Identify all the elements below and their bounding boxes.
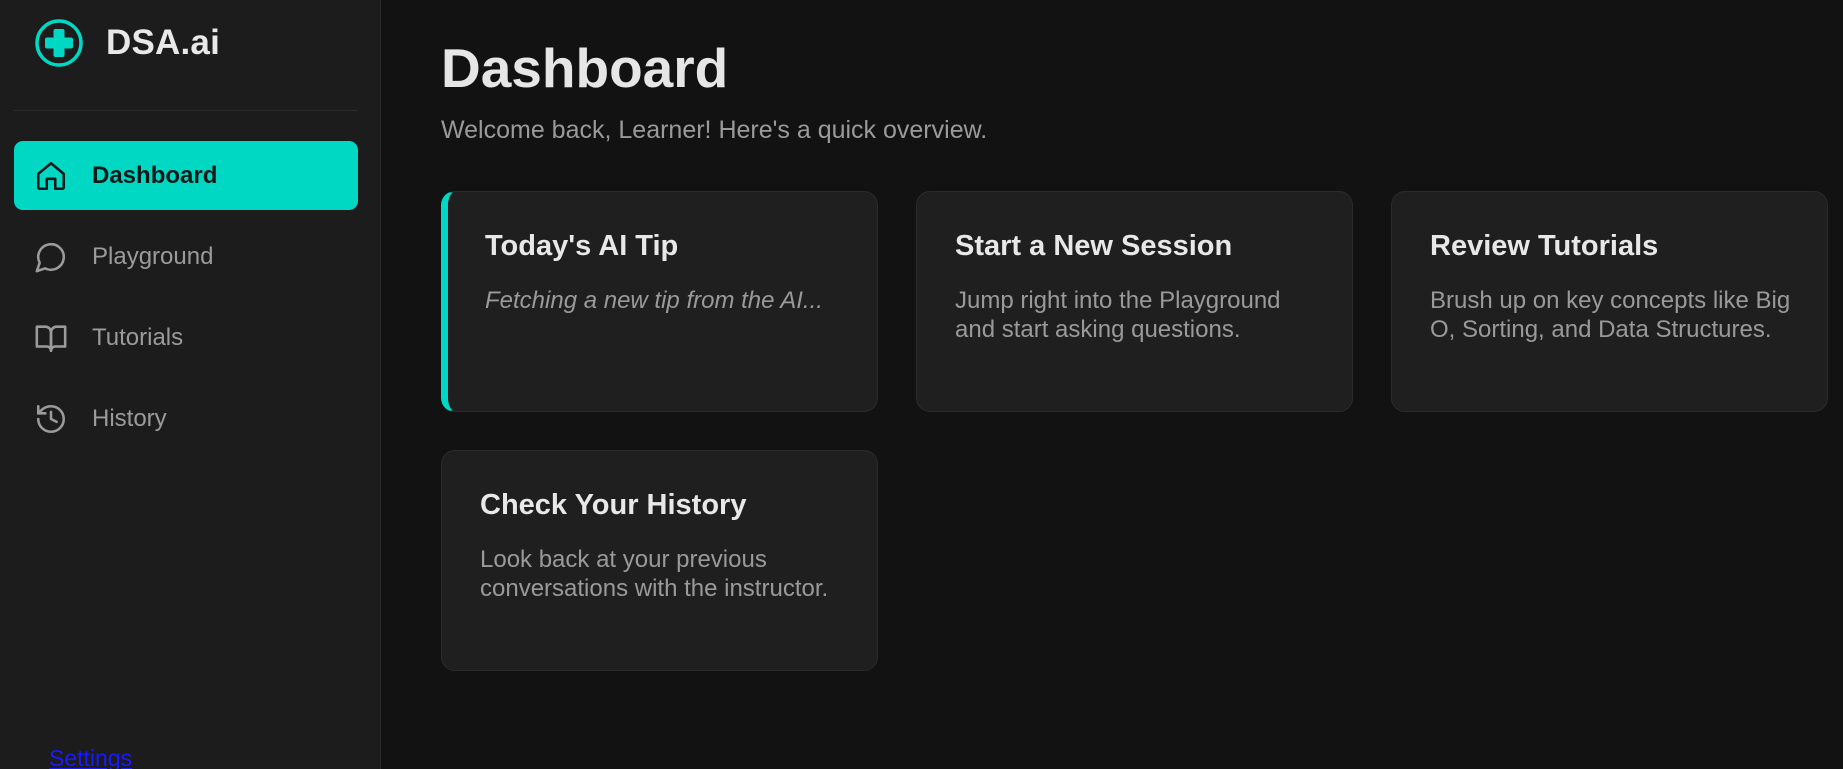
card-review-tutorials[interactable]: Review Tutorials Brush up on key concept… — [1391, 191, 1828, 412]
sidebar-item-history[interactable]: History — [14, 384, 358, 453]
plus-circle-icon — [35, 19, 83, 67]
chat-bubble-icon — [35, 242, 66, 272]
page-subtitle: Welcome back, Learner! Here's a quick ov… — [441, 116, 988, 144]
sidebar-item-playground[interactable]: Playground — [14, 222, 358, 291]
sidebar-item-tutorials[interactable]: Tutorials — [14, 303, 358, 372]
main-content: Dashboard Welcome back, Learner! Here's … — [381, 0, 1843, 769]
home-icon — [36, 161, 66, 190]
sidebar-item-label: Playground — [92, 242, 214, 270]
sidebar-nav: Dashboard Playground Tutorials History — [14, 141, 358, 465]
book-open-icon — [35, 324, 67, 352]
brand[interactable]: DSA.ai — [34, 18, 220, 68]
brand-name: DSA.ai — [106, 23, 221, 62]
card-title: Today's AI Tip — [485, 230, 679, 262]
sidebar-item-label: History — [92, 404, 167, 432]
card-text: Jump right into the Playground and start… — [955, 287, 1281, 343]
sidebar-item-label: Tutorials — [92, 323, 184, 351]
card-title: Start a New Session — [955, 230, 1233, 262]
sidebar-divider — [14, 110, 358, 111]
card-text: Brush up on key concepts like Big O, Sor… — [1430, 287, 1791, 343]
page-title: Dashboard — [441, 37, 729, 99]
card-new-session[interactable]: Start a New Session Jump right into the … — [916, 191, 1353, 412]
card-text: Fetching a new tip from the AI... — [485, 287, 823, 314]
card-text: Look back at your previous conversations… — [480, 546, 829, 602]
sidebar: DSA.ai Dashboard Playground Tutorials Hi… — [0, 0, 381, 769]
card-title: Review Tutorials — [1430, 230, 1659, 262]
card-ai-tip[interactable]: Today's AI Tip Fetching a new tip from t… — [441, 191, 878, 412]
card-title: Check Your History — [480, 489, 747, 521]
card-check-history[interactable]: Check Your History Look back at your pre… — [441, 450, 878, 671]
settings-link[interactable]: Settings — [49, 745, 132, 769]
sidebar-item-dashboard[interactable]: Dashboard — [14, 141, 358, 210]
sidebar-item-label: Dashboard — [92, 161, 218, 189]
history-icon — [36, 404, 66, 433]
app-window: DSA.ai Dashboard Playground Tutorials Hi… — [0, 0, 1843, 769]
